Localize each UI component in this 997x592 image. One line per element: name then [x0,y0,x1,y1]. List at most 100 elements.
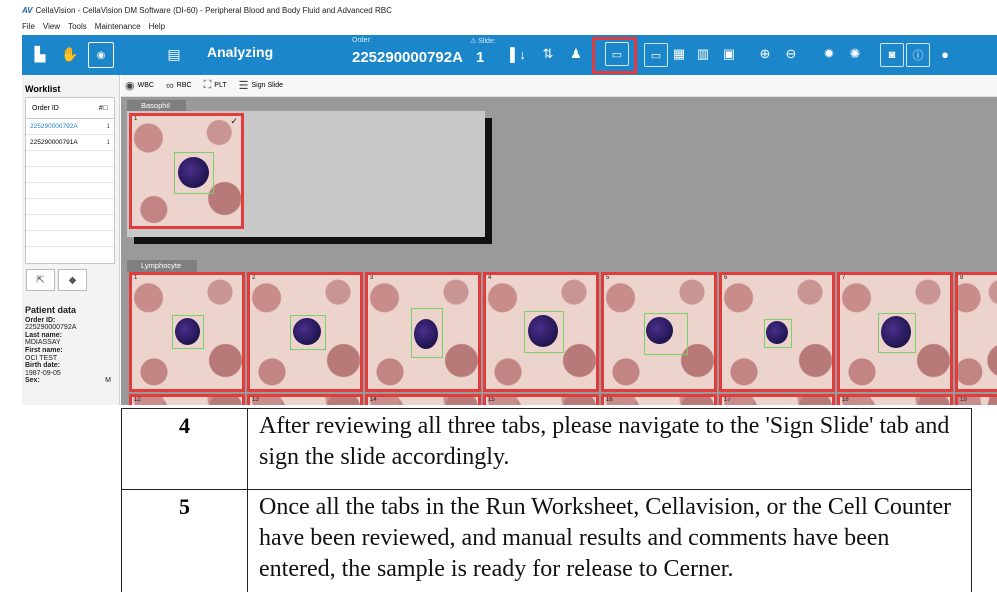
cell-thumbnail[interactable]: 1 ✓ [129,113,244,229]
nucleus [646,317,673,344]
tab-sign-slide[interactable]: ☰ Sign Slide [239,79,283,92]
worklist-header: Order ID #⃞ [26,98,114,119]
birth-label: Birth date: [25,362,60,370]
slide-count-icon[interactable]: #⃞ [93,105,108,112]
hand-icon[interactable]: ✋ [58,42,82,66]
cell-number: 15 [488,397,495,403]
column-divider [247,409,248,490]
step-text: Once all the tabs in the Run Worksheet, … [259,494,952,582]
columns-icon[interactable]: ▥ [692,43,714,65]
table-row [26,151,114,167]
col-order-id[interactable]: Order ID [26,105,59,112]
cell-number: 8 [960,275,964,281]
tab-wbc-label: WBC [137,82,154,89]
table-row [26,183,114,199]
cell-thumbnail[interactable]: 12 [129,394,245,405]
cell-thumbnail[interactable]: 3 [365,272,481,392]
worklist-sidebar: Worklist Order ID #⃞ 225290000792A 1 225… [22,75,120,405]
step-number: 4 [179,413,190,438]
instruction-row: 5 Once all the tabs in the Run Worksheet… [121,489,972,592]
checkmark-icon: ✓ [230,116,238,126]
cell-number: 12 [134,397,141,403]
cell-thumbnail[interactable]: 19 [955,394,997,405]
order-value: 225290000792A [352,49,463,66]
table-row [26,231,114,247]
last-name-label: Last name: [25,331,62,339]
sex-label: Sex: [25,377,40,385]
camera-icon[interactable]: ◉ [88,42,114,68]
cell-thumbnail[interactable]: 2 [247,272,363,392]
brightness-up-icon[interactable]: ✹ [818,43,840,65]
document-icon[interactable]: ▤ [162,42,186,66]
cell-thumbnail[interactable]: 13 [247,394,363,405]
nucleus [881,316,911,348]
menu-maintenance[interactable]: Maintenance [95,22,141,31]
zoom-in-icon[interactable]: ⊕ [754,43,776,65]
tab-rbc[interactable]: ∞ RBC [166,80,192,92]
split-view-icon[interactable]: ▣ [718,43,740,65]
cell-number: 6 [724,275,728,281]
highlight-box [592,37,637,74]
cell-thumbnail[interactable]: 17 [719,394,835,405]
sort-tree-icon[interactable]: ⇅ [537,43,559,65]
cell-number: 1 [134,116,138,122]
cell-thumbnail[interactable]: 4 [483,272,599,392]
cell-thumbnail[interactable]: 1 [129,272,245,392]
info-icon[interactable]: ⓘ [906,43,930,67]
patient-data-title: Patient data [25,305,77,315]
tab-wbc[interactable]: ◉ WBC [125,79,154,92]
rbc-icon: ∞ [165,79,174,92]
nucleus [293,318,321,345]
table-row[interactable]: 225290000792A 1 [26,119,114,135]
cell-number: 1 [134,275,138,281]
nucleus [175,318,200,345]
instruction-table: 4 After reviewing all three tabs, please… [0,405,997,592]
eraser-icon[interactable]: ◆ [58,269,87,291]
cell-thumbnail[interactable]: 7 [837,272,953,392]
chart-icon[interactable]: ▙ [28,42,52,66]
cell-number: 3 [370,275,374,281]
grid-icon[interactable]: ▦ [668,43,690,65]
brightness-down-icon[interactable]: ✺ [844,43,866,65]
tab-plt-label: PLT [214,82,227,89]
menu-help[interactable]: Help [149,22,165,31]
menu-view[interactable]: View [43,22,60,31]
step-text: After reviewing all three tabs, please n… [259,413,950,470]
nucleus [178,157,209,188]
cellavision-logo: AV [22,6,33,15]
table-row [26,199,114,215]
cell-canvas: Basophil 1 ✓ Lymphocyte 1 2 3 4 5 6 7 8 … [121,97,997,405]
cell-thumbnail[interactable]: 16 [601,394,717,405]
sort-down-icon[interactable]: ▌↓ [507,43,529,65]
row-order: 225290000791A [30,139,78,146]
order-label: Order: [352,37,372,44]
menu-file[interactable]: File [22,22,35,31]
menu-tools[interactable]: Tools [68,22,87,31]
wbc-icon: ◉ [125,80,135,92]
comment-icon[interactable]: ● [934,43,956,65]
tab-plt[interactable]: ⛶ PLT [204,79,227,92]
table-row [26,215,114,231]
worklist-table: Order ID #⃞ 225290000792A 1 225290000791… [25,97,115,264]
tab-sign-slide-label: Sign Slide [251,82,284,89]
row-order: 225290000792A [30,123,78,130]
cell-thumbnail[interactable]: 15 [483,394,599,405]
cell-thumbnail[interactable]: 18 [837,394,953,405]
category-lymphocyte: Lymphocyte [127,260,198,272]
review-tabs: ◉ WBC ∞ RBC ⛶ PLT ☰ Sign Slide [121,75,997,97]
sign-slide-icon: ☰ [238,80,249,92]
cellavision-screenshot: AV CellaVision - CellaVision DM Software … [0,0,997,405]
settings-circle-icon[interactable]: ◙ [880,43,904,67]
cell-number: 16 [606,397,613,403]
export-icon[interactable]: ⇱ [26,269,55,291]
cell-thumbnail[interactable]: 14 [365,394,481,405]
zoom-out-icon[interactable]: ⊖ [780,43,802,65]
table-row[interactable]: 225290000791A 1 [26,135,114,151]
person-icon[interactable]: ♟ [565,43,587,65]
cell-thumbnail[interactable]: 8 [955,272,997,392]
cell-thumbnail[interactable]: 6 [719,272,835,392]
worklist-title: Worklist [25,84,61,94]
monitor-icon[interactable]: ▭ [644,43,668,67]
slide-label: ⚠ Slide: [470,38,496,45]
cell-thumbnail[interactable]: 5 [601,272,717,392]
